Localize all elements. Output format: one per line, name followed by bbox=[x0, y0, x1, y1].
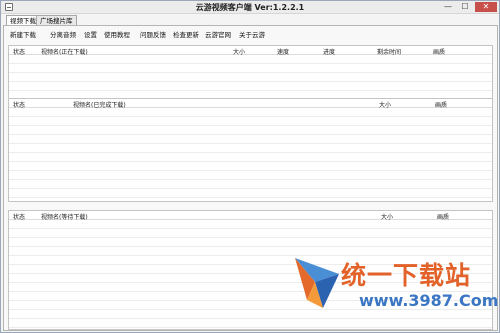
column-status[interactable]: 状态 bbox=[13, 47, 25, 56]
settings-button[interactable]: 设置 bbox=[84, 29, 97, 39]
toolbar: 新建下载 分离音频 设置 使用教程 问题反馈 检查更新 云游官网 关于云游 bbox=[4, 26, 497, 40]
column-status[interactable]: 状态 bbox=[13, 212, 25, 221]
column-status[interactable]: 状态 bbox=[13, 100, 25, 109]
new-download-button[interactable]: 新建下载 bbox=[10, 29, 36, 39]
maximize-button[interactable]: ☐ bbox=[458, 2, 472, 12]
column-size[interactable]: 大小 bbox=[233, 47, 245, 56]
title-bar[interactable]: 云游视频客户端 Ver:1.2.2.1 — ☐ ✕ bbox=[1, 1, 499, 14]
column-name[interactable]: 视频名(已完成下载) bbox=[73, 100, 126, 109]
downloading-list-header: 状态 视频名(正在下载) 大小 速度 进度 剩余时间 画质 bbox=[9, 46, 492, 56]
column-quality[interactable]: 画质 bbox=[435, 100, 447, 109]
minimize-button[interactable]: — bbox=[441, 2, 455, 12]
column-speed[interactable]: 速度 bbox=[277, 47, 289, 56]
tab-square-search[interactable]: 广场搜片库 bbox=[36, 15, 77, 25]
column-name[interactable]: 视频名(正在下载) bbox=[41, 47, 88, 56]
logo-icon bbox=[295, 258, 339, 308]
window-title: 云游视频客户端 Ver:1.2.2.1 bbox=[195, 3, 305, 12]
feedback-button[interactable]: 问题反馈 bbox=[140, 29, 166, 39]
about-button[interactable]: 关于云游 bbox=[239, 29, 265, 39]
watermark-url: www.3987.Com bbox=[359, 291, 499, 310]
site-watermark: 统一下载站 www.3987.Com bbox=[293, 254, 498, 324]
column-size[interactable]: 大小 bbox=[379, 100, 391, 109]
watermark-text: 统一下载站 bbox=[341, 261, 472, 290]
official-site-button[interactable]: 云游官网 bbox=[205, 29, 231, 39]
column-progress[interactable]: 进度 bbox=[323, 47, 335, 56]
column-size[interactable]: 大小 bbox=[381, 212, 393, 221]
column-remaining[interactable]: 剩余时间 bbox=[377, 47, 401, 56]
check-update-button[interactable]: 检查更新 bbox=[173, 29, 199, 39]
column-quality[interactable]: 画质 bbox=[433, 47, 445, 56]
close-button[interactable]: ✕ bbox=[475, 2, 497, 12]
completed-list[interactable]: 状态 视频名(已完成下载) 大小 画质 bbox=[8, 98, 493, 202]
column-name[interactable]: 视频名(等待下载) bbox=[41, 212, 88, 221]
tutorial-button[interactable]: 使用教程 bbox=[104, 29, 130, 39]
column-quality[interactable]: 画质 bbox=[437, 212, 449, 221]
waiting-list-header: 状态 视频名(等待下载) 大小 画质 bbox=[9, 211, 492, 221]
app-window: 云游视频客户端 Ver:1.2.2.1 — ☐ ✕ 视频下载 广场搜片库 新建下… bbox=[0, 0, 500, 333]
completed-list-header: 状态 视频名(已完成下载) 大小 画质 bbox=[9, 99, 492, 109]
extract-audio-button[interactable]: 分离音频 bbox=[50, 29, 76, 39]
